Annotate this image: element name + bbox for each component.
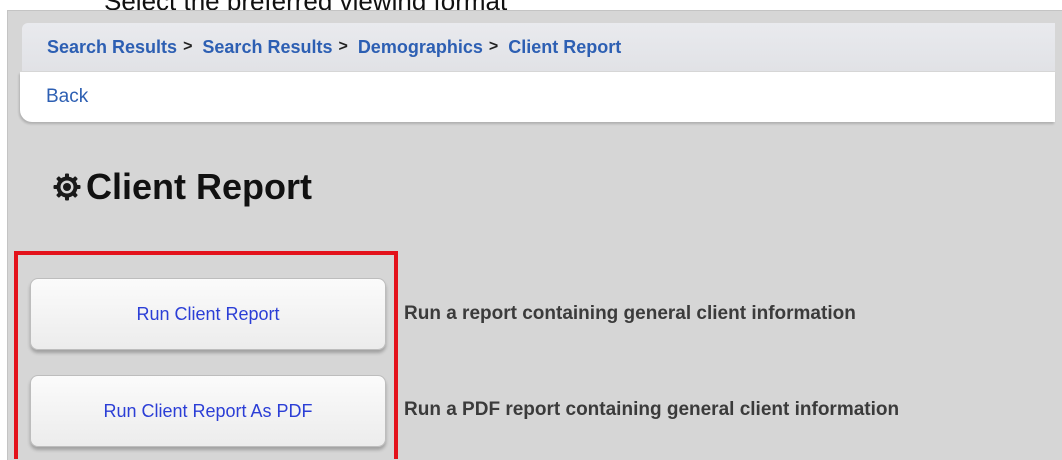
run-client-report-button[interactable]: Run Client Report <box>30 278 386 350</box>
breadcrumb-item-client-report[interactable]: Client Report <box>508 37 621 58</box>
breadcrumb-item-search-results-2[interactable]: Search Results <box>202 37 332 58</box>
breadcrumb-item-demographics[interactable]: Demographics <box>358 37 483 58</box>
gear-icon <box>53 173 81 201</box>
page-heading: Client Report <box>52 166 312 208</box>
breadcrumb-item-search-results-1[interactable]: Search Results <box>47 37 177 58</box>
breadcrumb: Search Results > Search Results > Demogr… <box>22 23 1055 71</box>
page-title: Client Report <box>86 166 313 207</box>
run-client-report-pdf-button[interactable]: Run Client Report As PDF <box>30 375 386 447</box>
back-link[interactable]: Back <box>46 86 88 108</box>
run-client-report-description: Run a report containing general client i… <box>404 303 856 324</box>
run-client-report-pdf-description: Run a PDF report containing general clie… <box>404 399 900 420</box>
breadcrumb-separator: > <box>338 38 348 55</box>
back-bar: Back <box>20 72 1055 122</box>
breadcrumb-separator: > <box>183 38 193 55</box>
breadcrumb-separator: > <box>488 38 499 55</box>
